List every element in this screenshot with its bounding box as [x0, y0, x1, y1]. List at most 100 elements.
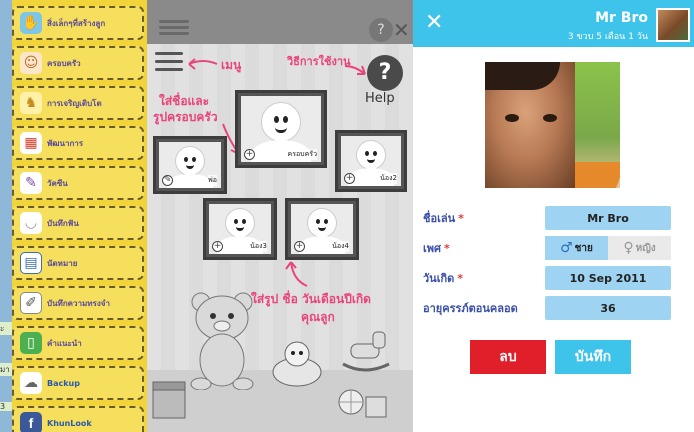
menu-item-label: ครอบครัว — [47, 58, 81, 68]
arrow-icon — [285, 261, 308, 287]
menu-hint: เมนู — [221, 58, 242, 72]
child-photo[interactable] — [485, 62, 620, 188]
child3-photo-frame[interactable]: + น้อง3 — [203, 198, 277, 260]
add-icon: + — [344, 173, 355, 184]
screenshot-collage: ะ มา 3 ✋ สิ่งเล็กๆที่สร้างลูก ☺ ครอบครัว… — [0, 0, 694, 432]
facebook-icon: f — [20, 412, 42, 432]
menu-item-growth[interactable]: ♞ การเจริญเติบโต — [12, 86, 144, 120]
close-icon: ✕ — [393, 18, 410, 42]
menu-item-teeth[interactable]: ◡ บันทึกฟัน — [12, 206, 144, 240]
child-profile-panel: ✕ Mr Bro 3 ขวบ 5 เดือน 1 วัน ชื่อเล่น * M… — [413, 0, 694, 432]
family-photo-frame[interactable]: + ครอบครัว — [235, 90, 327, 168]
hand-icon: ✋ — [20, 12, 42, 34]
family-icon: ☺ — [20, 52, 42, 74]
gender-row: เพศ * ♂ ชาย ♀ หญิง — [423, 236, 685, 260]
side-menu-panel: ะ มา 3 ✋ สิ่งเล็กๆที่สร้างลูก ☺ ครอบครัว… — [0, 0, 147, 432]
menu-item-label: สิ่งเล็กๆที่สร้างลูก — [47, 18, 106, 28]
add-icon: + — [212, 241, 223, 252]
hamburger-icon — [159, 20, 189, 36]
menu-item-appointment[interactable]: ▤ นัดหมาย — [12, 246, 144, 280]
gestation-field[interactable]: 36 — [545, 296, 671, 320]
calendar-icon: ▤ — [20, 252, 42, 274]
menu-item-family[interactable]: ☺ ครอบครัว — [12, 46, 144, 80]
nickname-label: ชื่อเล่น * — [423, 212, 464, 225]
menu-list: ✋ สิ่งเล็กๆที่สร้างลูก ☺ ครอบครัว ♞ การเ… — [12, 6, 144, 432]
frame-label: น้อง2 — [380, 173, 397, 184]
profile-header: ✕ Mr Bro 3 ขวบ 5 เดือน 1 วัน — [413, 0, 694, 47]
tooth-icon: ◡ — [20, 212, 42, 234]
turtle-illustration — [272, 341, 322, 387]
gender-label: เพศ * — [423, 242, 450, 255]
gender-toggle: ♂ ชาย ♀ หญิง — [545, 236, 671, 260]
child2-photo-frame[interactable]: + น้อง2 — [335, 130, 407, 192]
gestation-label: อายุครรภ์ตอนคลอด — [423, 302, 518, 315]
family-tree-panel: ? ✕ เมนู วิธีการใช้งาน ? Help ใส่ชื่อและ… — [147, 0, 413, 432]
edit-icon: ✎ — [162, 175, 173, 186]
menu-item-backup[interactable]: ☁ Backup — [12, 366, 144, 400]
strip-text: มา — [0, 363, 12, 376]
placeholder-face — [261, 102, 301, 142]
menu-item-label: KhunLook — [47, 418, 92, 428]
frame-label: น้อง3 — [250, 241, 267, 252]
rocking-horse-illustration — [342, 331, 390, 372]
female-symbol-icon: ♀ — [623, 240, 634, 256]
book-icon: ▯ — [20, 332, 42, 354]
help-icon: ? — [369, 18, 393, 42]
gestation-row: อายุครรภ์ตอนคลอด 36 — [423, 296, 685, 320]
background-app-strip: ะ มา 3 — [0, 0, 12, 432]
close-button[interactable]: ✕ — [425, 10, 443, 35]
child4-photo-frame[interactable]: + น้อง4 — [285, 198, 359, 260]
dad-photo-frame[interactable]: ✎ พ่อ — [153, 136, 227, 194]
menu-item-label: นัดหมาย — [47, 258, 78, 268]
teddy-bear-illustration — [190, 292, 254, 390]
menu-item-label: การเจริญเติบโต — [47, 98, 102, 108]
help-label: Help — [365, 91, 395, 106]
placeholder-face — [225, 208, 255, 238]
add-family-hint: รูปครอบครัว — [153, 110, 218, 124]
add-icon: + — [294, 241, 305, 252]
add-child-hint: คุณลูก — [301, 310, 335, 324]
menu-item-label: คำแนะนำ — [47, 338, 82, 348]
menu-button[interactable] — [155, 52, 183, 74]
strip-text: ะ — [0, 322, 12, 335]
blocks-icon: ▦ — [20, 132, 42, 154]
arrow-icon — [188, 58, 218, 70]
menu-item-label: บันทึกความทรงจำ — [47, 298, 110, 308]
placeholder-face — [356, 140, 386, 170]
menu-item-label: บันทึกฟัน — [47, 218, 79, 228]
notebook-icon: ✐ — [20, 292, 42, 314]
nickname-row: ชื่อเล่น * Mr Bro — [423, 206, 685, 230]
menu-item-label: พัฒนาการ — [47, 138, 84, 148]
menu-item-vaccine[interactable]: ✎ วัคซีน — [12, 166, 144, 200]
menu-item-khunlook[interactable]: f KhunLook — [12, 406, 144, 432]
avatar — [656, 8, 690, 42]
delete-button[interactable]: ลบ — [470, 340, 546, 374]
nickname-field[interactable]: Mr Bro — [545, 206, 671, 230]
giraffe-icon: ♞ — [20, 92, 42, 114]
app-top-bar: ? ✕ — [147, 0, 413, 44]
arrow-icon — [344, 65, 366, 75]
header-child-age: 3 ขวบ 5 เดือน 1 วัน — [567, 32, 648, 42]
placeholder-face — [307, 208, 337, 238]
save-button[interactable]: บันทึก — [555, 340, 631, 374]
birthday-label: วันเกิด * — [423, 272, 464, 285]
gender-male-option[interactable]: ♂ ชาย — [545, 236, 608, 260]
menu-item-little-things[interactable]: ✋ สิ่งเล็กๆที่สร้างลูก — [12, 6, 144, 40]
help-button[interactable]: ? — [367, 55, 403, 91]
add-icon: + — [244, 149, 255, 160]
cloud-icon: ☁ — [20, 372, 42, 394]
menu-item-memories[interactable]: ✐ บันทึกความทรงจำ — [12, 286, 144, 320]
frame-label: ครอบครัว — [287, 149, 317, 160]
menu-item-label: Backup — [47, 378, 80, 388]
placeholder-face — [175, 146, 205, 176]
header-child-name: Mr Bro — [595, 10, 648, 26]
add-child-hint: ใส่รูป ชื่อ วันเดือนปีเกิด — [251, 292, 371, 306]
menu-item-advice[interactable]: ▯ คำแนะนำ — [12, 326, 144, 360]
gender-female-option[interactable]: ♀ หญิง — [608, 236, 671, 260]
syringe-icon: ✎ — [20, 172, 42, 194]
birthday-field[interactable]: 10 Sep 2011 — [545, 266, 671, 290]
male-symbol-icon: ♂ — [560, 240, 573, 256]
frame-label: พ่อ — [208, 175, 217, 186]
birthday-row: วันเกิด * 10 Sep 2011 — [423, 266, 685, 290]
menu-item-development[interactable]: ▦ พัฒนาการ — [12, 126, 144, 160]
